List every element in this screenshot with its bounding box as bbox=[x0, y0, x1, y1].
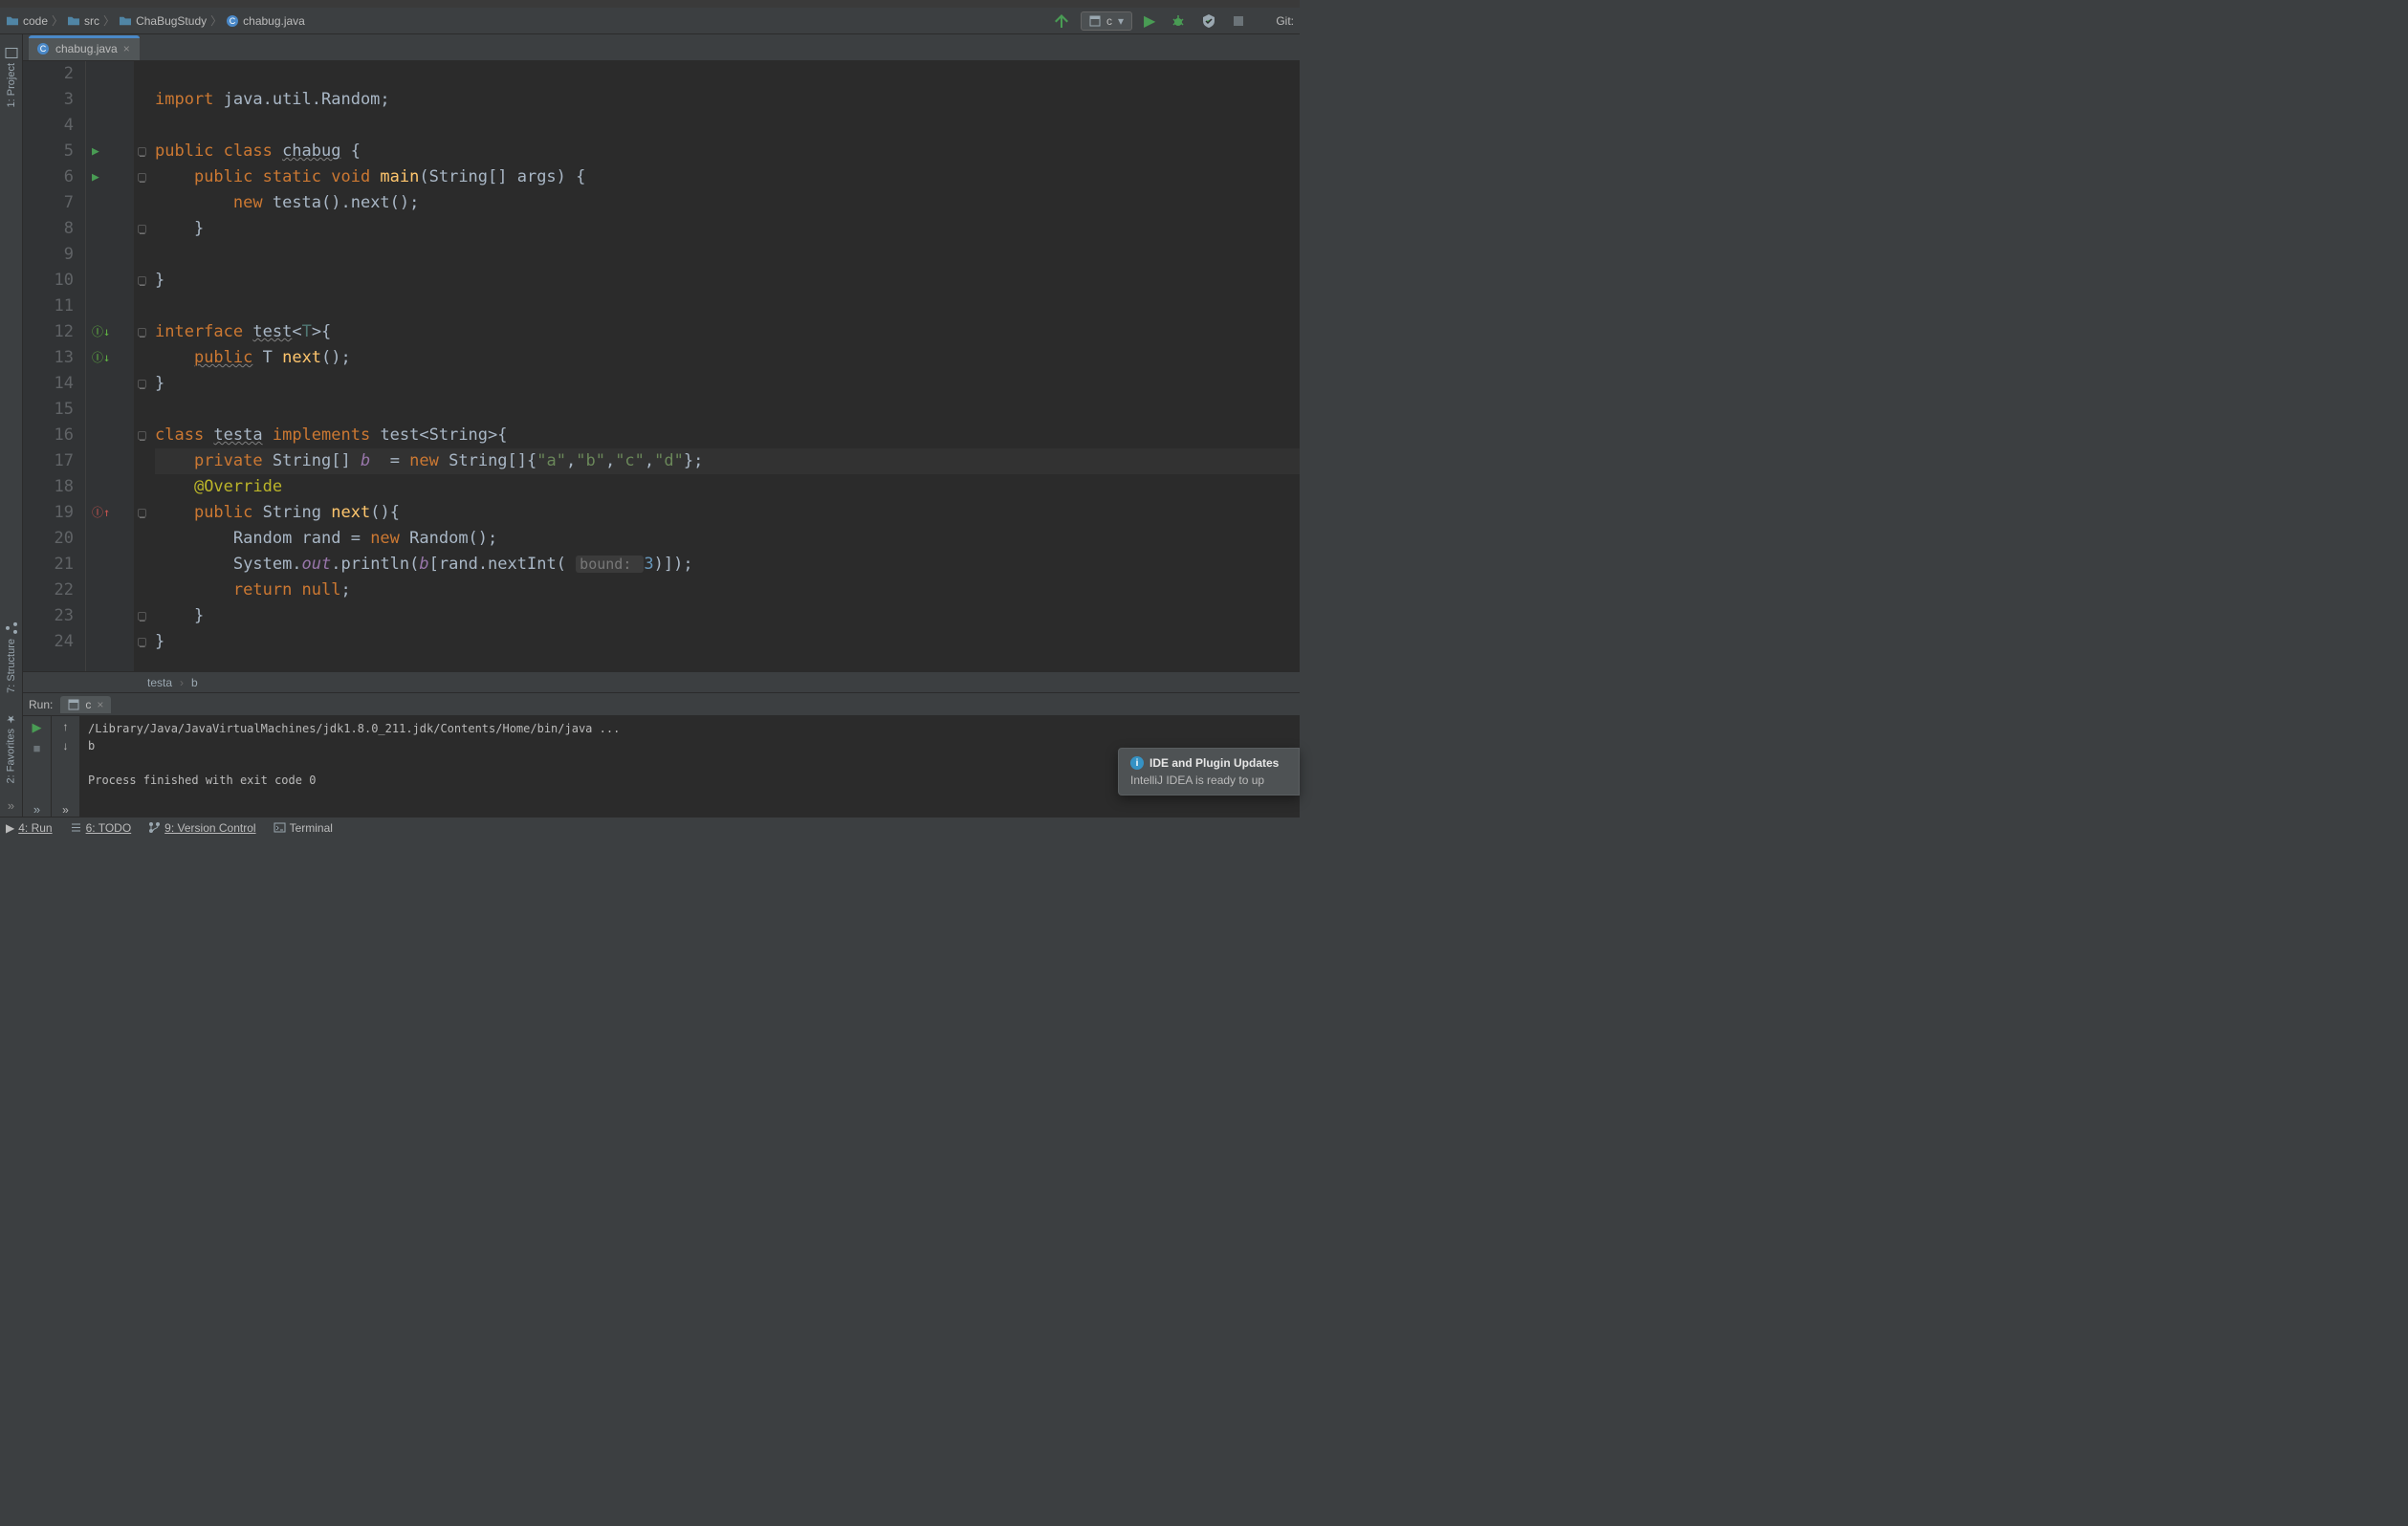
run-with-coverage-button[interactable] bbox=[1197, 13, 1220, 29]
structure-icon bbox=[5, 621, 18, 635]
close-icon[interactable]: × bbox=[123, 42, 130, 55]
tool-tab-project[interactable]: 1: Project bbox=[3, 38, 20, 115]
breadcrumb: code 〉 src 〉 ChaBugStudy 〉 C chabug.java bbox=[6, 12, 1050, 29]
code-area[interactable]: import java.util.Random; public class ch… bbox=[149, 61, 1300, 671]
context-class[interactable]: testa bbox=[147, 676, 172, 689]
breadcrumb-item-file[interactable]: C chabug.java bbox=[226, 14, 305, 28]
tool-tab-terminal[interactable]: Terminal bbox=[274, 821, 333, 835]
folder-icon bbox=[6, 14, 19, 28]
project-icon bbox=[5, 46, 18, 59]
tool-tab-favorites[interactable]: 2: Favorites ★ bbox=[3, 705, 19, 791]
terminal-icon bbox=[274, 821, 286, 834]
up-stack-button[interactable]: ↑ bbox=[63, 720, 69, 733]
run-config-name: c bbox=[1106, 14, 1112, 28]
run-button[interactable]: ▶ bbox=[1140, 11, 1159, 31]
context-field[interactable]: b bbox=[191, 676, 198, 689]
run-toolbar-2: ↑ ↓ » bbox=[52, 716, 80, 817]
list-icon bbox=[70, 821, 82, 834]
more-button[interactable]: » bbox=[62, 803, 69, 817]
notification-title: IDE and Plugin Updates bbox=[1149, 756, 1279, 770]
run-title: Run: bbox=[29, 698, 53, 711]
fold-toggle-icon[interactable] bbox=[138, 638, 146, 646]
run-toolbar-1: ▶ ■ » bbox=[23, 716, 52, 817]
stop-button[interactable] bbox=[1228, 14, 1249, 28]
tool-tab-run[interactable]: ▶ 4: Run bbox=[6, 821, 53, 835]
debug-button[interactable] bbox=[1167, 13, 1190, 29]
has-implementations-icon[interactable]: Ⓘ↓ bbox=[92, 319, 110, 345]
fold-toggle-icon[interactable] bbox=[138, 431, 146, 440]
breadcrumb-item-root[interactable]: code bbox=[6, 14, 48, 28]
chevron-right-icon: › bbox=[180, 676, 184, 689]
fold-toggle-icon[interactable] bbox=[138, 147, 146, 156]
info-icon: i bbox=[1130, 756, 1144, 770]
class-icon: C bbox=[36, 42, 50, 55]
run-tab[interactable]: c × bbox=[60, 696, 111, 713]
overrides-icon[interactable]: Ⓘ↑ bbox=[92, 500, 110, 526]
breadcrumb-label: src bbox=[84, 14, 99, 28]
chevron-right-icon: 〉 bbox=[52, 12, 63, 29]
left-toolwindow-strip: 1: Project 7: Structure 2: Favorites ★ » bbox=[0, 34, 23, 817]
stop-button[interactable]: ■ bbox=[33, 741, 41, 755]
marker-gutter: ▶ ▶ Ⓘ↓ Ⓘ↓ Ⓘ↑ bbox=[86, 61, 134, 671]
run-line-icon[interactable]: ▶ bbox=[92, 164, 99, 190]
editor-context-breadcrumb: testa › b bbox=[23, 671, 1300, 692]
fold-toggle-icon[interactable] bbox=[138, 380, 146, 388]
breadcrumb-item-src[interactable]: src bbox=[67, 14, 99, 28]
breadcrumb-label: ChaBugStudy bbox=[136, 14, 207, 28]
breadcrumb-item-pkg[interactable]: ChaBugStudy bbox=[119, 14, 207, 28]
line-number-gutter: 234 567 8910 111213 141516 171819 202122… bbox=[23, 61, 86, 671]
fold-toggle-icon[interactable] bbox=[138, 276, 146, 285]
tool-tab-vcs[interactable]: 9: Version Control bbox=[148, 821, 255, 835]
fold-toggle-icon[interactable] bbox=[138, 509, 146, 517]
more-button[interactable]: » bbox=[33, 802, 40, 817]
application-icon bbox=[68, 699, 79, 710]
folder-icon bbox=[119, 14, 132, 28]
breadcrumb-label: code bbox=[23, 14, 48, 28]
run-console[interactable]: /Library/Java/JavaVirtualMachines/jdk1.8… bbox=[80, 716, 1300, 817]
git-label: Git: bbox=[1276, 14, 1294, 28]
down-stack-button[interactable]: ↓ bbox=[63, 739, 69, 752]
rerun-button[interactable]: ▶ bbox=[33, 720, 42, 735]
tool-tab-todo[interactable]: 6: TODO bbox=[70, 821, 132, 835]
build-button[interactable] bbox=[1050, 13, 1073, 29]
breadcrumb-label: chabug.java bbox=[243, 14, 305, 28]
chevron-right-icon: 〉 bbox=[210, 12, 222, 29]
class-icon: C bbox=[226, 14, 239, 28]
fold-toggle-icon[interactable] bbox=[138, 612, 146, 621]
folder-icon bbox=[67, 14, 80, 28]
run-tool-window: Run: c × ▶ ■ » ↑ ↓ » /Library/Java/JavaV… bbox=[23, 692, 1300, 817]
tool-tab-structure[interactable]: 7: Structure bbox=[3, 614, 20, 701]
run-line-icon[interactable]: ▶ bbox=[92, 139, 99, 164]
fold-toggle-icon[interactable] bbox=[138, 173, 146, 182]
editor-region: C chabug.java × 234 567 8910 111213 1415… bbox=[23, 34, 1300, 692]
collapse-strip-button[interactable]: » bbox=[4, 795, 18, 817]
editor-tab-label: chabug.java bbox=[55, 42, 118, 55]
fold-toggle-icon[interactable] bbox=[138, 225, 146, 233]
has-implementations-icon[interactable]: Ⓘ↓ bbox=[92, 345, 110, 371]
application-icon bbox=[1089, 15, 1101, 27]
branch-icon bbox=[148, 821, 161, 834]
run-header: Run: c × bbox=[23, 693, 1300, 716]
status-bar: ▶ 4: Run 6: TODO 9: Version Control Term… bbox=[0, 817, 1300, 838]
close-icon[interactable]: × bbox=[97, 698, 103, 711]
navigation-bar: code 〉 src 〉 ChaBugStudy 〉 C chabug.java bbox=[0, 8, 1300, 34]
chevron-right-icon: 〉 bbox=[103, 12, 115, 29]
editor-body[interactable]: 234 567 8910 111213 141516 171819 202122… bbox=[23, 61, 1300, 671]
editor-tab-chabug[interactable]: C chabug.java × bbox=[29, 35, 140, 60]
svg-text:C: C bbox=[40, 44, 47, 54]
run-config-selector[interactable]: c ▾ bbox=[1081, 11, 1132, 31]
notification-popup[interactable]: i IDE and Plugin Updates IntelliJ IDEA i… bbox=[1118, 748, 1300, 796]
star-icon: ★ bbox=[5, 712, 17, 725]
toolbar-right: c ▾ ▶ Git: bbox=[1050, 11, 1294, 31]
fold-gutter bbox=[134, 61, 149, 671]
notification-body: IntelliJ IDEA is ready to up bbox=[1130, 774, 1287, 787]
svg-text:C: C bbox=[230, 16, 236, 26]
mac-titlebar bbox=[0, 0, 1300, 8]
chevron-down-icon: ▾ bbox=[1118, 14, 1124, 28]
editor-tabs: C chabug.java × bbox=[23, 34, 1300, 61]
fold-toggle-icon[interactable] bbox=[138, 328, 146, 337]
